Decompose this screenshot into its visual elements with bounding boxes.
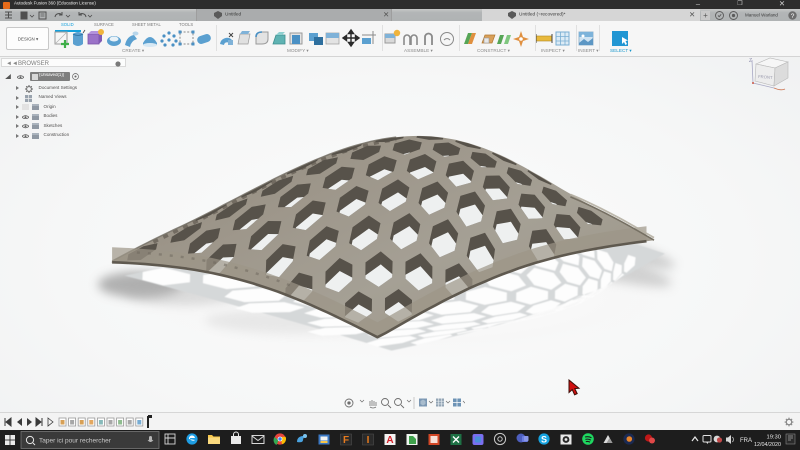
svg-text:?: ?	[791, 12, 795, 19]
svg-text:S: S	[541, 435, 547, 445]
svg-text:A: A	[386, 435, 393, 446]
svg-text:12/04/2020: 12/04/2020	[754, 442, 781, 448]
svg-text:Taper ici pour rechercher: Taper ici pour rechercher	[39, 438, 112, 445]
svg-text:F: F	[343, 435, 349, 446]
svg-text:FRA: FRA	[740, 438, 752, 444]
svg-text:I: I	[367, 435, 370, 446]
svg-text:19:30: 19:30	[766, 435, 781, 441]
svg-text:Z: Z	[749, 58, 752, 64]
svg-text:FRONT: FRONT	[758, 74, 773, 80]
